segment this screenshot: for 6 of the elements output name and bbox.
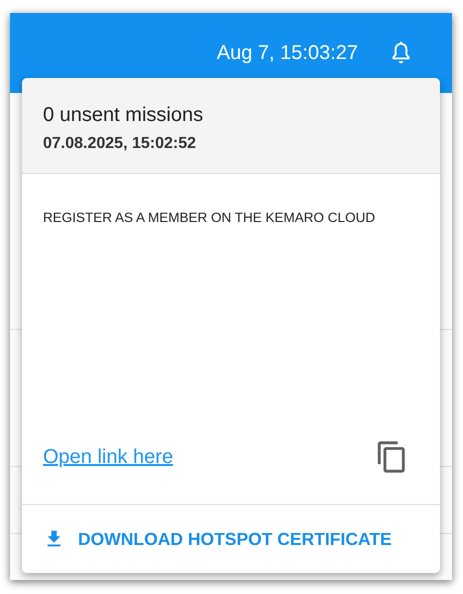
unsent-missions: 0 unsent missions bbox=[43, 104, 204, 127]
open-link[interactable]: Open link here bbox=[43, 446, 174, 468]
timestamp: 07.08.2025, 15:02:52 bbox=[43, 135, 198, 153]
download-certificate-button[interactable]: DOWNLOAD HOTSPOT CERTIFICATE bbox=[22, 505, 440, 573]
message-text: REGISTER AS A MEMBER ON THE KEMARO CLOUD bbox=[43, 210, 376, 225]
date-time: Aug 7, 15:03:27 bbox=[216, 42, 358, 64]
